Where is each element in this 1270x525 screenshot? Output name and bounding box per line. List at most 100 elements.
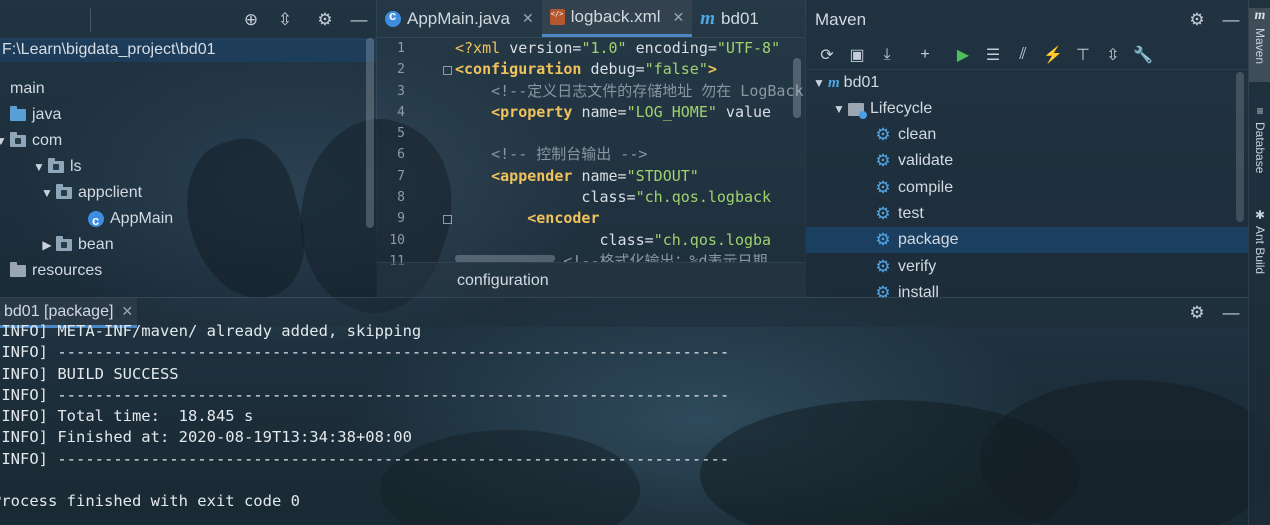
tree-item-label: ls: [70, 158, 82, 175]
project-panel: ⊕ ⇳ ⚙ — F:\Learn\bigdata_project\bd01 ma…: [0, 0, 376, 297]
gear-icon[interactable]: ⚙: [1180, 0, 1214, 40]
ant-icon: ✱: [1254, 208, 1266, 222]
close-icon[interactable]: ✕: [121, 303, 133, 320]
code-token: <configuration: [455, 60, 591, 79]
maven-icon: m: [1254, 8, 1266, 23]
tree-item[interactable]: AppMain: [70, 206, 173, 234]
tree-item[interactable]: java: [0, 102, 61, 128]
project-scrollbar[interactable]: [366, 38, 374, 228]
code-line: <appender name="STDOUT": [455, 166, 805, 187]
collapse-all-icon[interactable]: ⇳: [1098, 40, 1128, 70]
tree-item[interactable]: ▼ ls: [30, 154, 82, 180]
collapse-arrow-icon[interactable]: ▶: [38, 232, 56, 258]
right-tool-strip: m Maven ≡ Database ✱ Ant Build: [1248, 0, 1270, 525]
editor-panel: AppMain.java ✕ logback.xml ✕ mbd01 1 2 3 4 5 6 7 8 9…: [377, 0, 805, 297]
editor-horizontal-scrollbar[interactable]: [455, 255, 555, 262]
editor-tab[interactable]: logback.xml ✕: [541, 0, 693, 37]
expand-arrow-icon[interactable]: ▼: [810, 76, 828, 90]
code-line: <configuration debug="false">: [455, 59, 805, 80]
close-icon[interactable]: ✕: [673, 9, 685, 26]
maven-project-node[interactable]: ▼ m bd01: [806, 70, 1248, 96]
code-line: <encoder: [455, 208, 805, 229]
code-token: <property: [455, 102, 582, 121]
console-output[interactable]: [INFO] META-INF/maven/ already added, sk…: [0, 321, 1240, 525]
editor-tab-label: bd01: [721, 8, 759, 28]
editor-vertical-scrollbar[interactable]: [793, 58, 801, 118]
gear-icon[interactable]: ⚙: [308, 0, 342, 40]
code-token: <encoder: [455, 209, 600, 228]
expand-arrow-icon[interactable]: ▼: [830, 102, 848, 116]
goal-gear-icon: ⚙: [875, 203, 891, 223]
generate-sources-icon[interactable]: ▣: [842, 40, 872, 70]
expand-arrow-icon[interactable]: ▼: [30, 154, 48, 180]
tree-item[interactable]: ▼ appclient: [38, 180, 142, 206]
wrench-icon[interactable]: 🔧: [1128, 40, 1158, 70]
code-token: encoding=: [626, 39, 717, 57]
locate-icon[interactable]: ⊕: [234, 0, 268, 40]
console-line: [INFO] META-INF/maven/ already added, sk…: [0, 322, 422, 340]
class-icon: [88, 208, 104, 234]
code-token: "1.0": [581, 39, 627, 57]
code-line: <?xml version="1.0" encoding="UTF-8": [455, 38, 805, 59]
fold-marker-icon[interactable]: [443, 66, 452, 75]
maven-goal-label: clean: [898, 126, 937, 143]
console-line: [INFO] Finished at: 2020-08-19T13:34:38+…: [0, 428, 412, 447]
collapse-all-icon[interactable]: ⇳: [268, 0, 302, 40]
minimize-icon[interactable]: —: [342, 0, 376, 40]
strip-ant-build[interactable]: ✱ Ant Build: [1249, 208, 1270, 298]
maven-goal-test[interactable]: ⚙ test: [806, 201, 1248, 227]
strip-maven[interactable]: m Maven: [1249, 8, 1270, 82]
editor-tab[interactable]: m bd01: [692, 0, 767, 37]
tree-item-label: appclient: [78, 184, 143, 201]
code-area[interactable]: <?xml version="1.0" encoding="UTF-8" <con…: [455, 38, 805, 262]
code-token: <?xml: [455, 39, 510, 57]
fold-marker-icon[interactable]: [443, 215, 452, 224]
breadcrumb[interactable]: configuration: [377, 262, 805, 297]
toggle-offline-icon[interactable]: ⫽: [1008, 40, 1038, 70]
tree-item[interactable]: ▼ com: [0, 128, 62, 154]
maven-goal-verify[interactable]: ⚙ verify: [806, 254, 1248, 280]
tree-item[interactable]: resources: [0, 258, 102, 284]
project-path[interactable]: F:\Learn\bigdata_project\bd01: [0, 38, 376, 62]
goal-gear-icon: ⚙: [875, 177, 891, 197]
maven-lifecycle-node[interactable]: ▼ Lifecycle: [806, 96, 1248, 122]
expand-arrow-icon[interactable]: ▼: [0, 128, 10, 154]
maven-scrollbar[interactable]: [1236, 72, 1244, 222]
console-line: [INFO] ---------------------------------…: [0, 343, 730, 362]
close-icon[interactable]: ✕: [522, 10, 534, 27]
code-token: value: [716, 102, 772, 121]
editor-tabs: AppMain.java ✕ logback.xml ✕ mbd01: [377, 0, 805, 38]
maven-goal-label: validate: [898, 152, 954, 170]
line-number: 1: [397, 41, 405, 56]
run-icon[interactable]: ▶: [948, 40, 978, 70]
lifecycle-folder-icon: [848, 102, 867, 119]
expand-arrow-icon[interactable]: ▼: [38, 180, 56, 206]
database-icon: ≡: [1256, 104, 1264, 118]
editor-tab[interactable]: AppMain.java ✕: [377, 0, 542, 37]
tree-item-label: com: [32, 132, 63, 149]
show-dependencies-icon[interactable]: ⊤: [1068, 40, 1098, 70]
maven-goal-package[interactable]: ⚙ package: [806, 227, 1248, 254]
console-line: Process finished with exit code 0: [0, 492, 300, 511]
tree-item[interactable]: ▶ bean: [38, 232, 114, 258]
skip-tests-icon[interactable]: ⚡: [1038, 40, 1068, 70]
folder-icon: [10, 106, 26, 121]
class-icon: [385, 8, 401, 27]
tree-item-label: java: [32, 106, 62, 123]
download-icon[interactable]: ⤓: [872, 40, 902, 70]
tree-item-label: bean: [78, 236, 114, 253]
code-token: "ch.qos.logba: [653, 230, 772, 249]
execute-goal-icon[interactable]: ☰: [978, 40, 1008, 70]
strip-database[interactable]: ≡ Database: [1249, 104, 1270, 194]
line-number: 6: [397, 147, 405, 163]
maven-goal-compile[interactable]: ⚙ compile: [806, 175, 1248, 201]
tree-item[interactable]: main: [0, 76, 45, 102]
add-icon[interactable]: +: [910, 40, 940, 70]
maven-goal-clean[interactable]: ⚙ clean: [806, 122, 1248, 148]
code-token: "UTF-8": [716, 39, 781, 57]
code-token: version=: [509, 39, 582, 57]
reload-icon[interactable]: ⟳: [812, 40, 842, 70]
maven-goal-validate[interactable]: ⚙ validate: [806, 148, 1248, 174]
minimize-icon[interactable]: —: [1214, 0, 1248, 40]
